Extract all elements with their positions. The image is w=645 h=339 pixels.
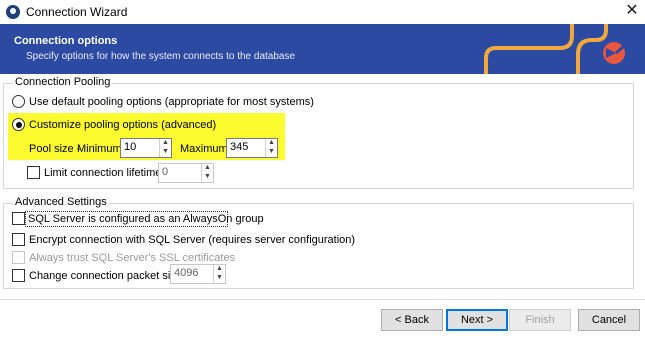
trust-certificates-label: Always trust SQL Server's SSL certificat… (29, 252, 236, 264)
close-icon[interactable]: ✕ (624, 2, 640, 20)
minimum-label: Minimum: (77, 143, 125, 155)
finish-button[interactable]: Finish (509, 309, 571, 331)
limit-lifetime-label[interactable]: Limit connection lifetime: (44, 167, 164, 179)
minimum-value: 10 (124, 141, 137, 153)
alwayson-label[interactable]: SQL Server is configured as an AlwaysOn … (28, 213, 264, 225)
maximum-spin-buttons[interactable]: ▲ ▼ (265, 139, 277, 157)
chevron-down-icon[interactable]: ▼ (203, 173, 212, 181)
encrypt-label[interactable]: Encrypt connection with SQL Server (requ… (29, 234, 355, 246)
chevron-up-icon[interactable]: ▲ (203, 164, 212, 172)
banner-subtitle: Specify options for how the system conne… (26, 51, 296, 62)
brand-logo-icon (603, 42, 625, 64)
minimum-spin-buttons[interactable]: ▲ ▼ (159, 139, 171, 157)
wizard-banner: Connection options Specify options for h… (0, 24, 645, 74)
lifetime-spin-buttons[interactable]: ▲ ▼ (201, 164, 213, 182)
back-button[interactable]: < Back (381, 309, 443, 331)
chevron-down-icon[interactable]: ▼ (161, 148, 170, 156)
packet-size-checkbox[interactable] (12, 269, 25, 282)
maximum-value: 345 (230, 141, 249, 153)
custom-pooling-label[interactable]: Customize pooling options (advanced) (29, 119, 216, 131)
chevron-down-icon[interactable]: ▼ (267, 148, 276, 156)
maximum-label: Maximum: (180, 143, 231, 155)
trust-certificates-checkbox[interactable] (12, 251, 25, 264)
minimum-spinner[interactable]: 10 ▲ ▼ (120, 138, 172, 158)
custom-pooling-radio[interactable] (12, 118, 25, 131)
alwayson-checkbox[interactable] (12, 212, 25, 225)
pool-size-label: Pool size - (29, 143, 81, 155)
next-button[interactable]: Next > (446, 309, 508, 331)
chevron-up-icon[interactable]: ▲ (215, 265, 224, 273)
lifetime-spinner[interactable]: 0 ▲ ▼ (158, 163, 214, 183)
packet-size-spinner[interactable]: 4096 ▲ ▼ (170, 264, 226, 284)
lifetime-value: 0 (162, 166, 169, 178)
packet-size-label[interactable]: Change connection packet size: (29, 270, 185, 282)
maximum-spinner[interactable]: 345 ▲ ▼ (226, 138, 278, 158)
default-pooling-radio[interactable] (12, 95, 25, 108)
footer-separator (0, 299, 645, 300)
limit-lifetime-checkbox[interactable] (27, 166, 40, 179)
connection-pooling-legend: Connection Pooling (13, 76, 113, 88)
dbforge-icon (6, 5, 20, 19)
cancel-button[interactable]: Cancel (578, 309, 640, 331)
advanced-settings-legend: Advanced Settings (13, 196, 109, 208)
encrypt-checkbox[interactable] (12, 233, 25, 246)
packet-size-spin-buttons[interactable]: ▲ ▼ (213, 265, 225, 283)
banner-title: Connection options (14, 35, 118, 47)
banner-decoration (484, 24, 625, 74)
chevron-up-icon[interactable]: ▲ (267, 139, 276, 147)
default-pooling-label[interactable]: Use default pooling options (appropriate… (29, 96, 314, 108)
window-title: Connection Wizard (26, 5, 128, 19)
chevron-down-icon[interactable]: ▼ (215, 274, 224, 282)
chevron-up-icon[interactable]: ▲ (161, 139, 170, 147)
packet-size-value: 4096 (174, 267, 199, 279)
title-bar: Connection Wizard ✕ (0, 0, 645, 24)
